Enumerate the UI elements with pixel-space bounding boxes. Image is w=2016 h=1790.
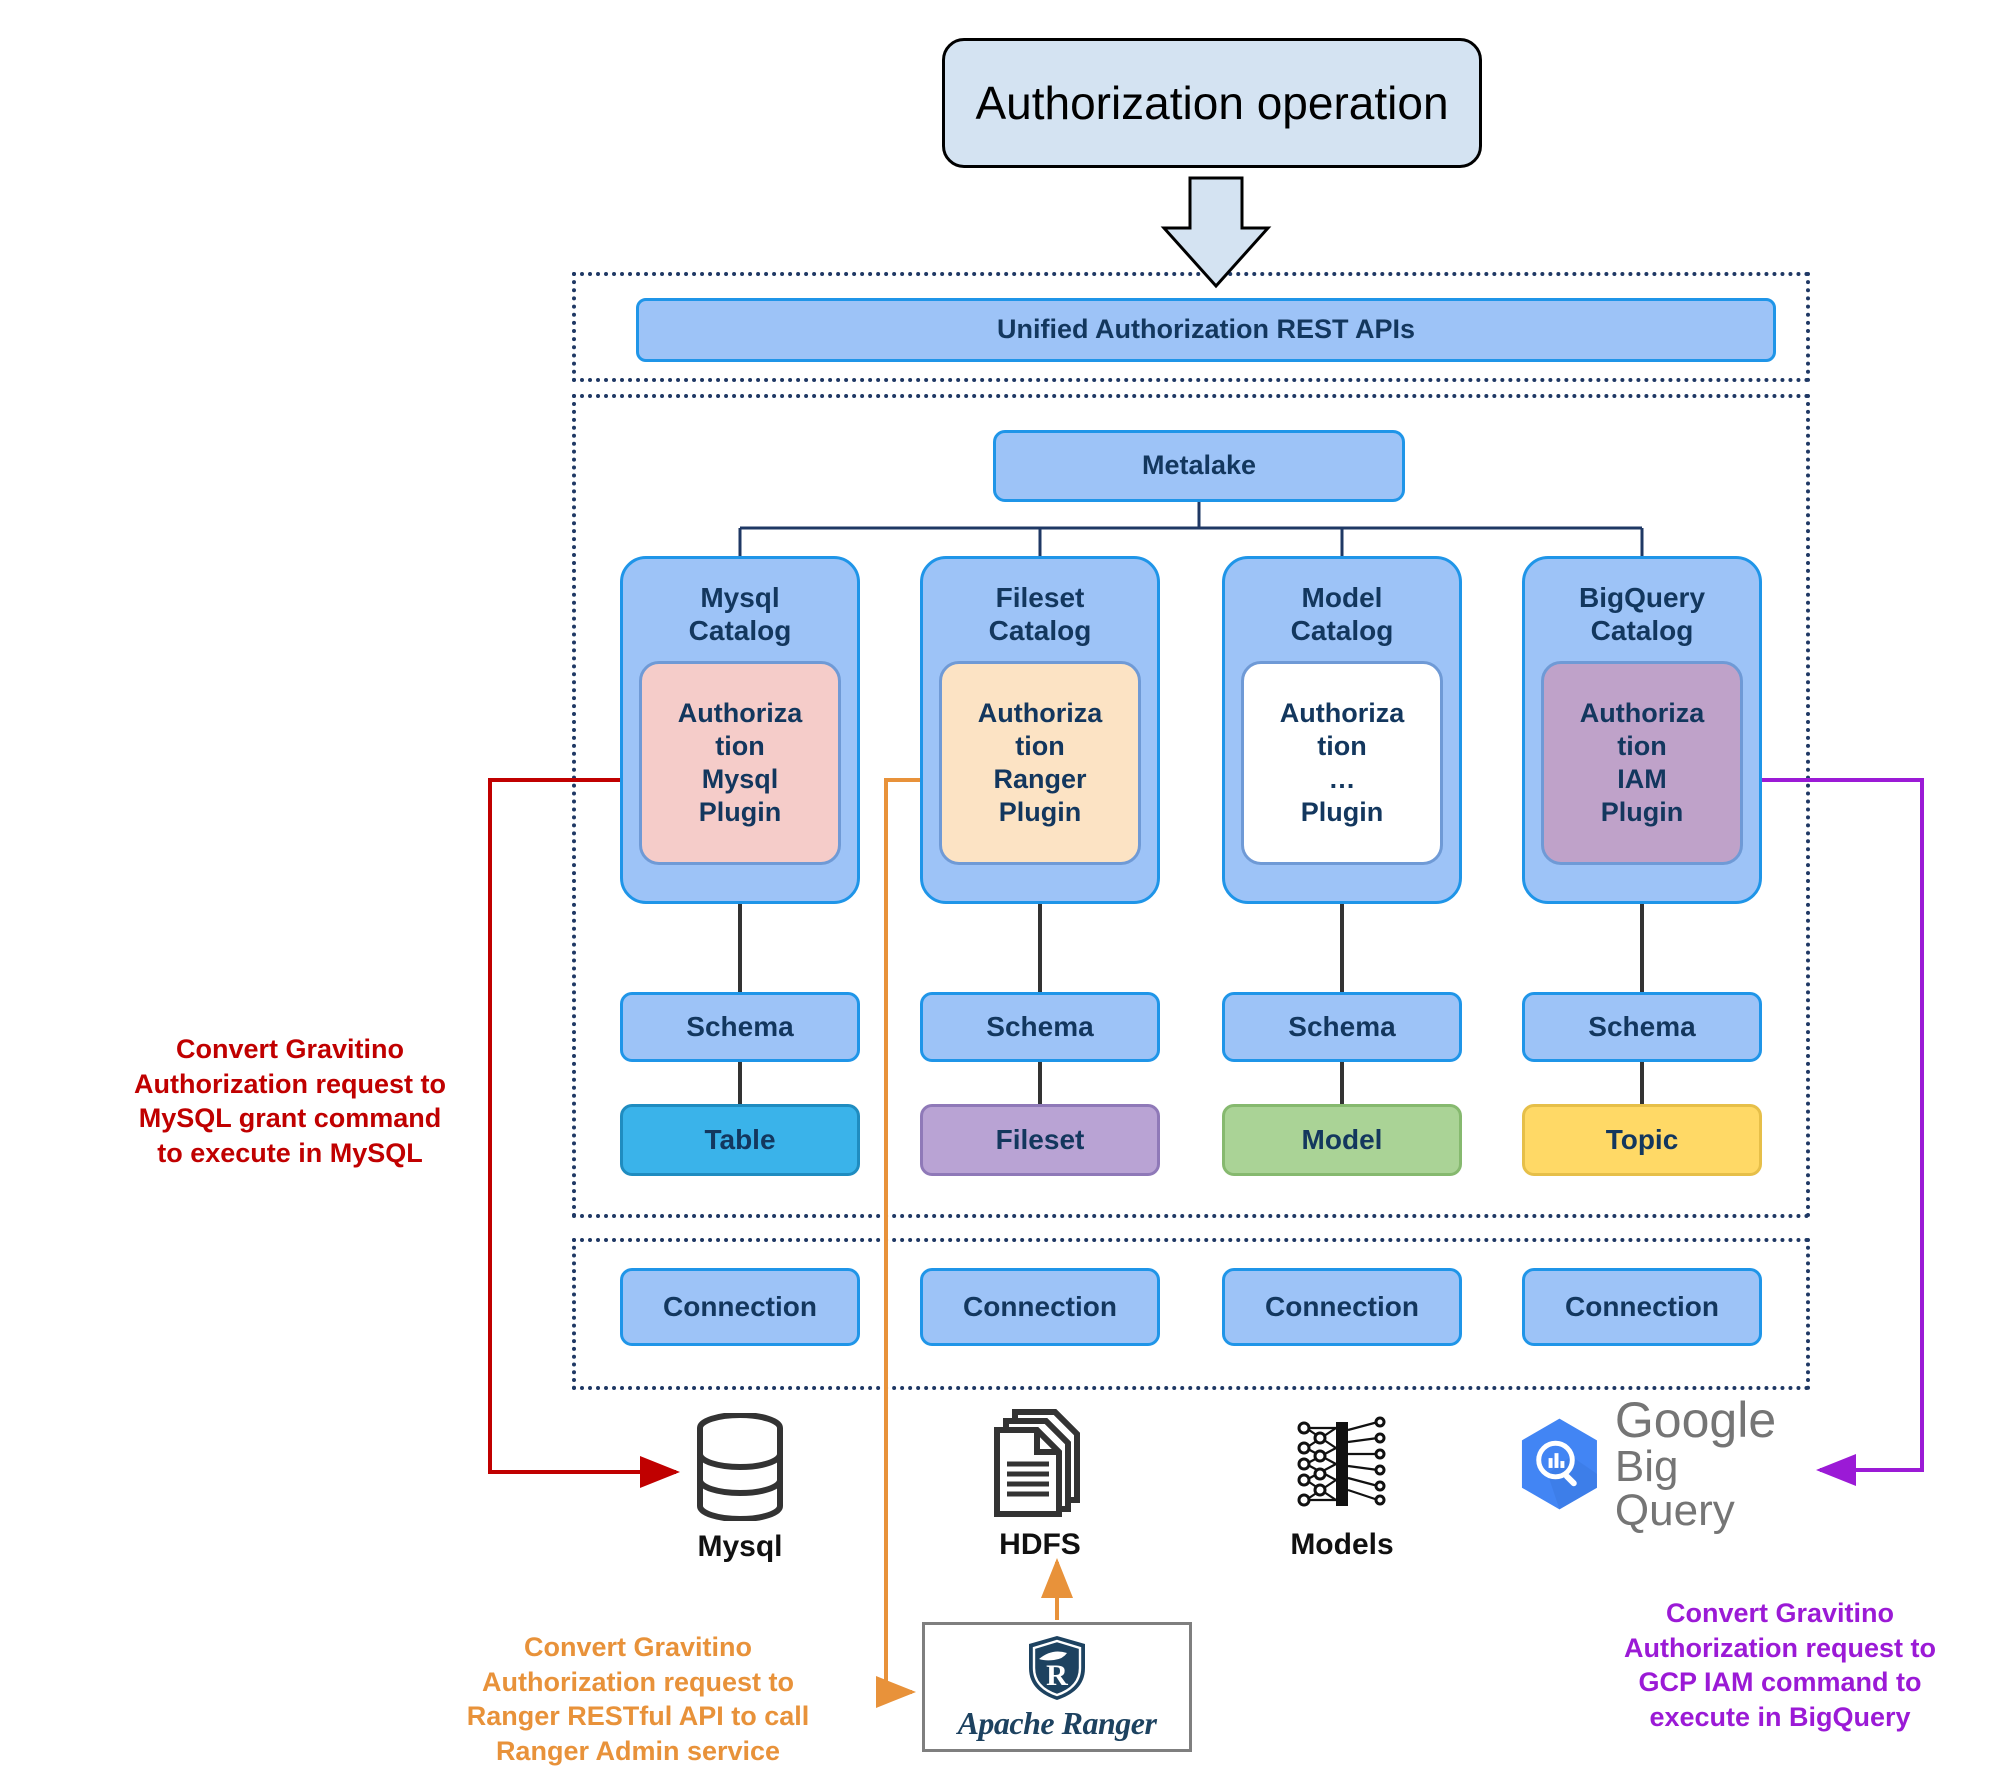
- schema-box-mysql: Schema: [620, 992, 860, 1062]
- catalog-title-line1: Fileset: [995, 582, 1085, 613]
- catalog-title-line2: Catalog: [688, 615, 792, 647]
- entity-box-topic: Topic: [1522, 1104, 1762, 1176]
- annotation-bigquery-note: Convert Gravitino Authorization request …: [1600, 1596, 1960, 1734]
- schema-box-bigquery: Schema: [1522, 992, 1762, 1062]
- plugin-line-1: Authoriza: [1279, 698, 1405, 729]
- connection-box-mysql: Connection: [620, 1268, 860, 1346]
- entity-box-fileset: Fileset: [920, 1104, 1160, 1176]
- schema-label: Schema: [986, 1010, 1094, 1042]
- note-line-4: execute in BigQuery: [1649, 1701, 1911, 1732]
- bigquery-hex-icon: [1521, 1418, 1597, 1510]
- entity-label: Fileset: [995, 1123, 1085, 1155]
- note-line-3: Ranger RESTful API to call: [466, 1701, 810, 1732]
- connection-label: Connection: [663, 1290, 817, 1322]
- catalog-title-line2: Catalog: [988, 615, 1092, 647]
- note-line-2: Authorization request to: [134, 1068, 446, 1099]
- plugin-line-2: tion: [1015, 731, 1065, 762]
- schema-label: Schema: [1588, 1010, 1696, 1042]
- plugin-line-2: tion: [1317, 731, 1367, 762]
- catalog-title-line2: Catalog: [1290, 615, 1394, 647]
- plugin-line-3: Mysql: [701, 764, 779, 795]
- note-line-1: Convert Gravitino: [523, 1632, 753, 1662]
- authorization-plugin-mysql: Authoriza tion Mysql Plugin: [639, 661, 841, 866]
- entity-label: Table: [704, 1123, 776, 1155]
- catalog-title-line1: BigQuery: [1578, 582, 1706, 613]
- annotation-mysql-note: Convert Gravitino Authorization request …: [110, 1032, 470, 1170]
- metalake-box: Metalake: [993, 430, 1405, 502]
- connection-box-model: Connection: [1222, 1268, 1462, 1346]
- connection-label: Connection: [1565, 1290, 1719, 1322]
- database-cylinder-icon: [620, 1412, 860, 1522]
- authorization-operation-label: Authorization operation: [975, 77, 1449, 129]
- plugin-line-3: …: [1328, 764, 1356, 795]
- authorization-plugin-ranger: Authoriza tion Ranger Plugin: [939, 661, 1141, 866]
- authorization-plugin-generic: Authoriza tion … Plugin: [1241, 661, 1443, 866]
- unified-authorization-rest-apis-box: Unified Authorization REST APIs: [636, 298, 1776, 362]
- bigquery-wordmark-line1: Google: [1614, 1392, 1777, 1449]
- entity-label: Topic: [1605, 1123, 1679, 1155]
- catalog-card-fileset: Fileset Catalog Authoriza tion Ranger Pl…: [920, 556, 1160, 904]
- plugin-line-4: Plugin: [698, 797, 782, 827]
- apache-ranger-label: Apache Ranger: [957, 1704, 1157, 1741]
- bigquery-wordmark: Google Big Query: [1614, 1392, 1808, 1535]
- annotation-ranger-note: Convert Gravitino Authorization request …: [448, 1630, 828, 1768]
- plugin-line-3: IAM: [1617, 764, 1667, 795]
- note-line-2: Authorization request to: [482, 1666, 794, 1697]
- catalog-card-mysql: Mysql Catalog Authoriza tion Mysql Plugi…: [620, 556, 860, 904]
- authorization-operation-box: Authorization operation: [942, 38, 1482, 168]
- plugin-line-2: tion: [715, 731, 765, 762]
- catalog-card-model: Model Catalog Authoriza tion … Plugin: [1222, 556, 1462, 904]
- note-line-1: Convert Gravitino: [175, 1034, 405, 1064]
- catalog-card-bigquery: BigQuery Catalog Authoriza tion IAM Plug…: [1522, 556, 1762, 904]
- note-line-2: Authorization request to: [1624, 1632, 1936, 1663]
- diagram-canvas: Authorization operation Unified Authoriz…: [0, 0, 2016, 1790]
- catalog-title-bigquery: BigQuery Catalog: [1579, 581, 1705, 647]
- note-line-4: to execute in MySQL: [157, 1137, 423, 1168]
- catalog-title-mysql: Mysql Catalog: [689, 581, 792, 647]
- apache-ranger-logo-box: R Apache Ranger: [922, 1622, 1192, 1752]
- down-arrow-icon: [1160, 176, 1272, 289]
- note-line-3: MySQL grant command: [138, 1103, 442, 1134]
- schema-label: Schema: [1288, 1010, 1396, 1042]
- entity-box-model: Model: [1222, 1104, 1462, 1176]
- documents-stack-icon: [920, 1406, 1160, 1518]
- plugin-line-1: Authoriza: [677, 698, 803, 729]
- connection-box-bigquery: Connection: [1522, 1268, 1762, 1346]
- schema-box-fileset: Schema: [920, 992, 1160, 1062]
- api-bar-label: Unified Authorization REST APIs: [997, 314, 1415, 345]
- source-label-models: Models: [1290, 1528, 1394, 1561]
- bigquery-wordmark-line2: Big Query: [1614, 1442, 1735, 1535]
- google-bigquery-logo: Google Big Query: [1518, 1395, 1808, 1532]
- plugin-line-1: Authoriza: [977, 698, 1103, 729]
- catalog-title-model: Model Catalog: [1291, 581, 1394, 647]
- plugin-line-2: tion: [1617, 731, 1667, 762]
- authorization-plugin-iam: Authoriza tion IAM Plugin: [1541, 661, 1743, 866]
- source-label-hdfs: HDFS: [999, 1528, 1081, 1561]
- plugin-line-1: Authoriza: [1579, 698, 1705, 729]
- svg-text:R: R: [1046, 1659, 1068, 1692]
- plugin-line-4: Plugin: [998, 797, 1082, 827]
- catalog-title-line1: Mysql: [700, 582, 780, 613]
- schema-label: Schema: [686, 1010, 794, 1042]
- note-line-1: Convert Gravitino: [1665, 1598, 1895, 1628]
- note-line-3: GCP IAM command to: [1638, 1667, 1922, 1698]
- catalog-title-fileset: Fileset Catalog: [989, 581, 1092, 647]
- connection-label: Connection: [963, 1290, 1117, 1322]
- plugin-line-4: Plugin: [1600, 797, 1684, 827]
- entity-label: Model: [1301, 1123, 1383, 1155]
- plugin-line-3: Ranger: [993, 764, 1087, 795]
- note-line-4: Ranger Admin service: [495, 1735, 781, 1766]
- source-label-mysql: Mysql: [697, 1530, 783, 1563]
- neural-network-icon: [1222, 1410, 1462, 1518]
- entity-box-table: Table: [620, 1104, 860, 1176]
- catalog-title-line1: Model: [1301, 582, 1383, 613]
- ranger-shield-logo: R: [1029, 1635, 1085, 1700]
- metalake-label: Metalake: [1141, 450, 1257, 481]
- connection-label: Connection: [1265, 1290, 1419, 1322]
- schema-box-model: Schema: [1222, 992, 1462, 1062]
- connection-box-fileset: Connection: [920, 1268, 1160, 1346]
- plugin-line-4: Plugin: [1300, 797, 1384, 827]
- catalog-title-line2: Catalog: [1590, 615, 1694, 647]
